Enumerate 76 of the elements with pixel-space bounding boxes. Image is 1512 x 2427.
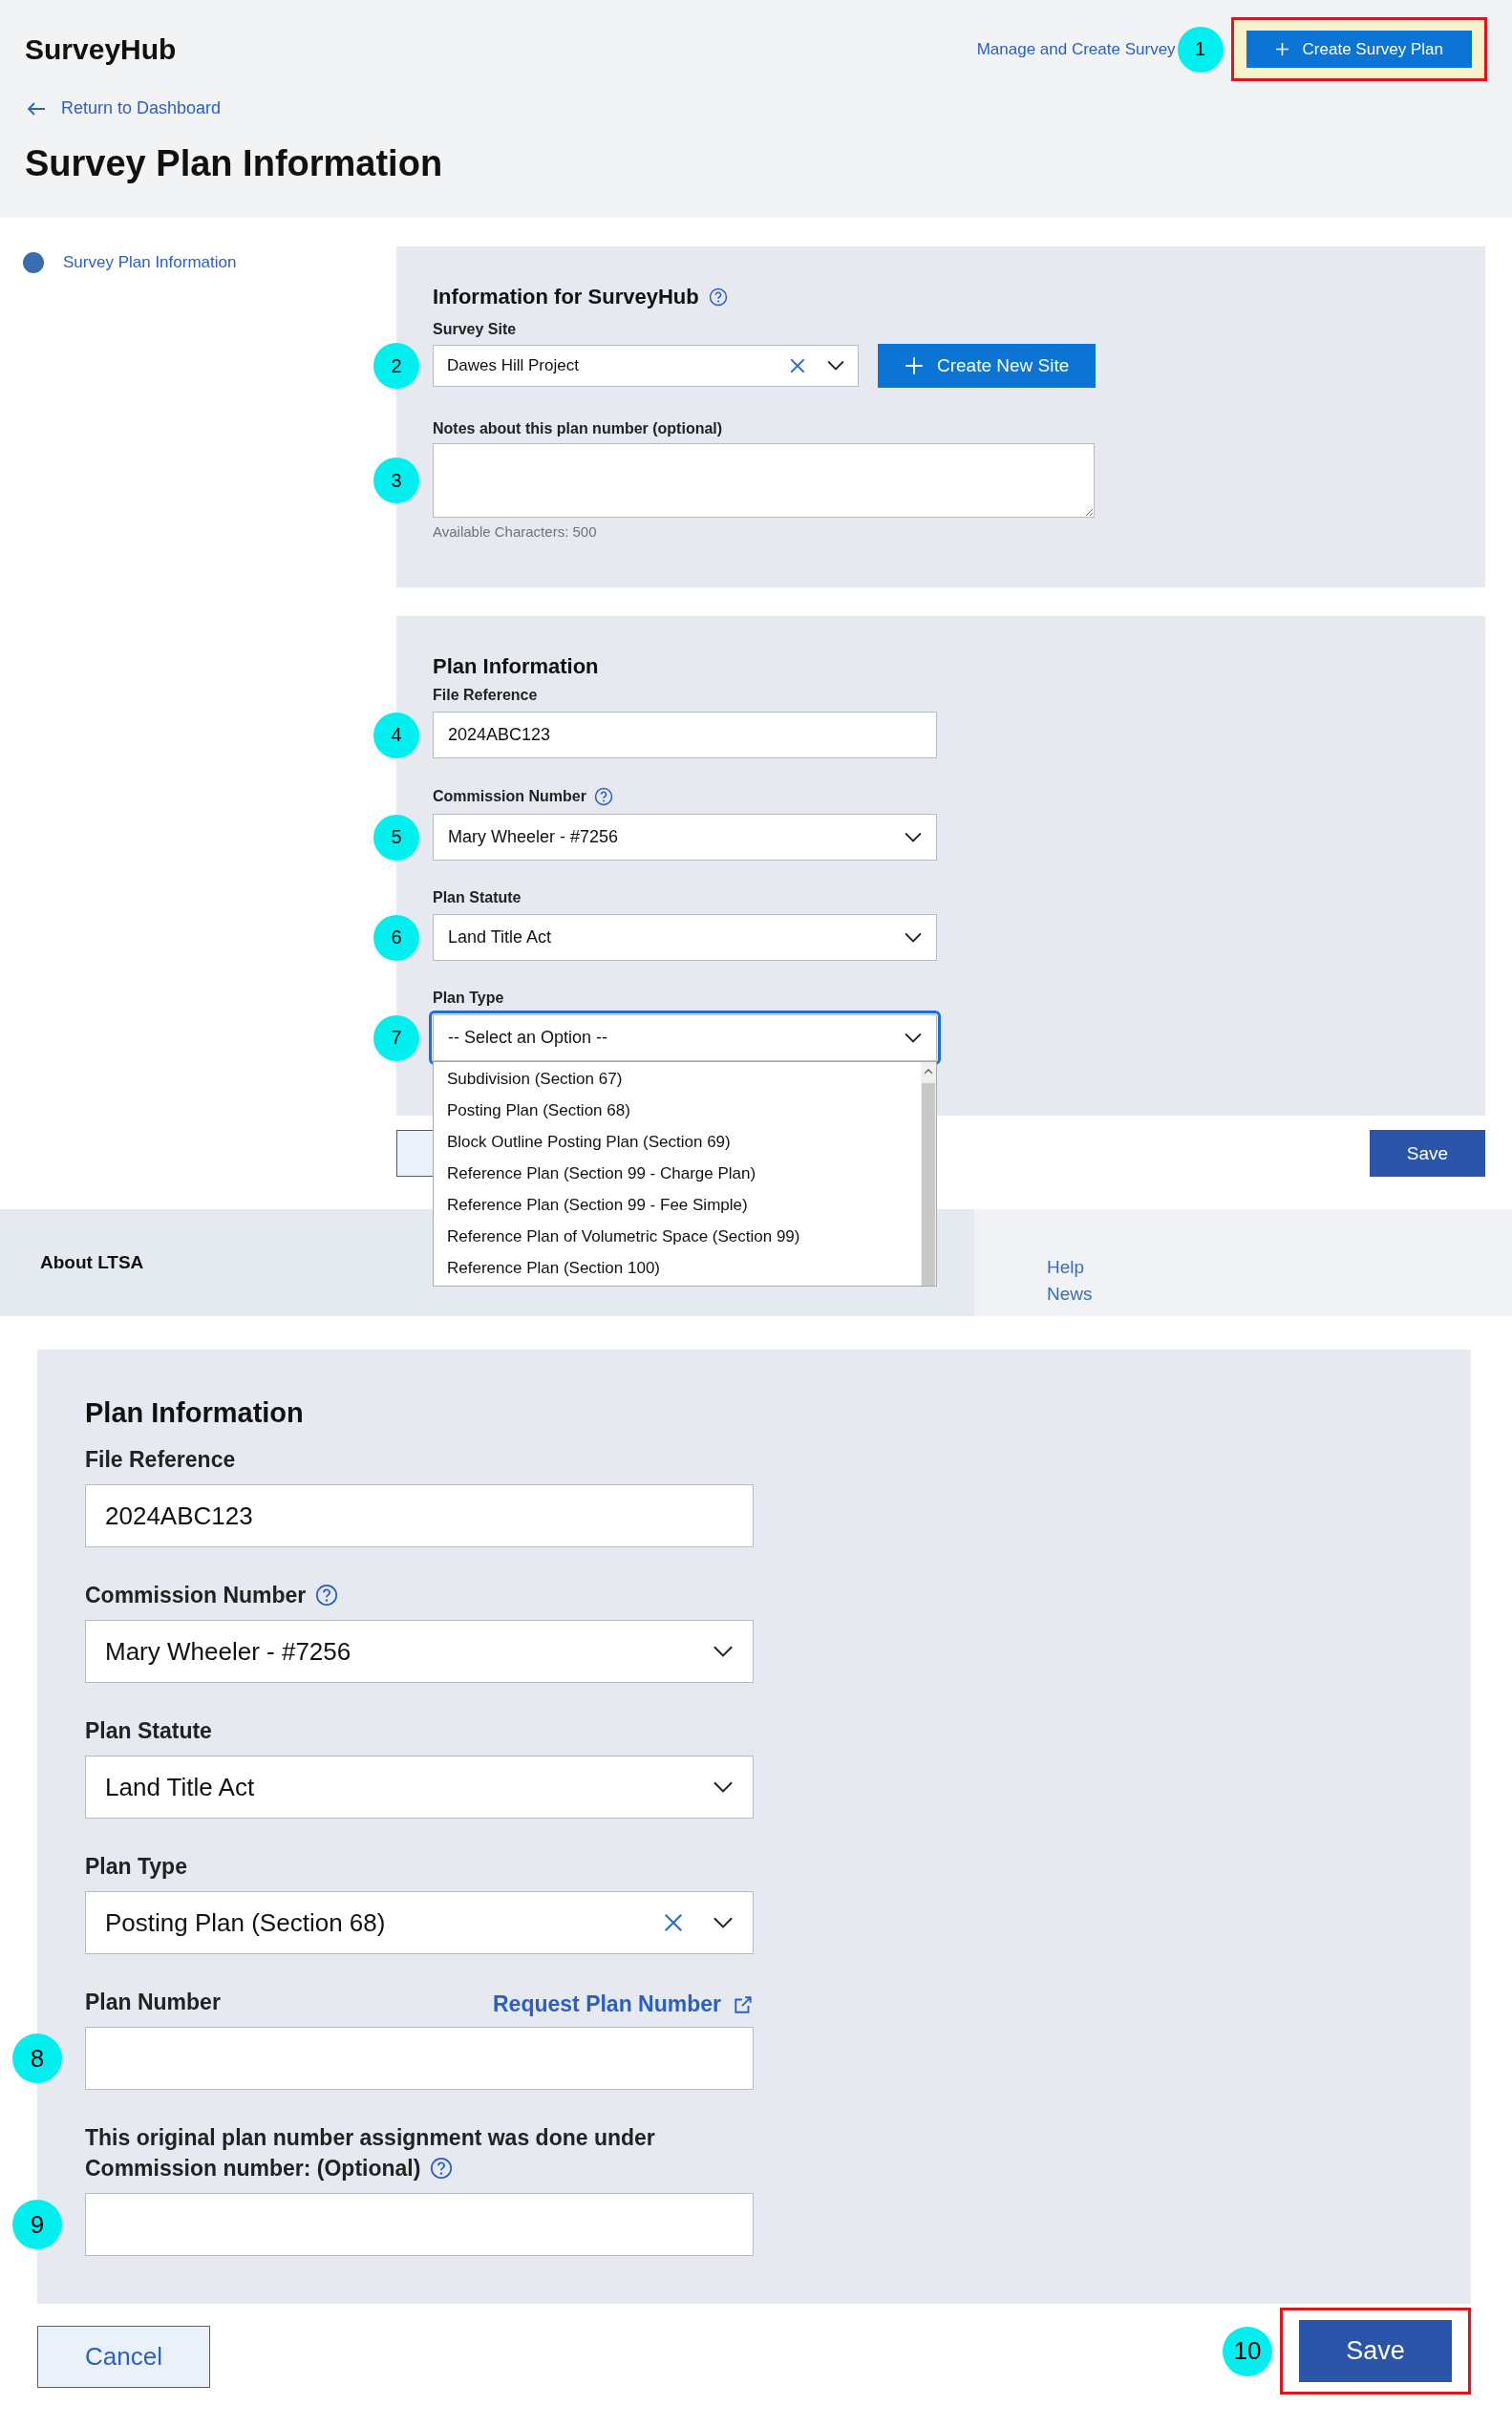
dropdown-option[interactable]: Posting Plan (Section 68) (434, 1096, 921, 1127)
step-marker: 6 (373, 914, 419, 961)
field-label: Plan Number (85, 1989, 221, 2016)
dropdown-option[interactable]: Reference Plan (Section 100) (434, 1253, 921, 1285)
dropdown-option[interactable]: Reference Plan (Section 99 - Fee Simple) (434, 1190, 921, 1222)
footer-link[interactable]: Help (1047, 1257, 1439, 1278)
step-marker: 9 (12, 2200, 62, 2249)
brand-name: SurveyHub (25, 32, 177, 66)
character-count: Available Characters: 500 (433, 523, 598, 540)
help-icon[interactable] (430, 2157, 454, 2180)
field-label: File Reference (433, 687, 538, 704)
select-field[interactable]: Land Title Act (433, 914, 937, 961)
dropdown-option[interactable]: Subdivision (Section 67) (434, 1064, 921, 1096)
help-icon[interactable] (593, 787, 613, 806)
text-field[interactable] (85, 2027, 754, 2090)
save-button[interactable]: Save (1370, 1130, 1485, 1177)
external-link-icon (733, 1993, 754, 2015)
section-title: Information for SurveyHub (433, 285, 699, 309)
help-icon[interactable] (315, 1584, 339, 1607)
select-field[interactable]: Mary Wheeler - #7256 (85, 1620, 754, 1683)
step-marker: 3 (373, 458, 419, 503)
request-link[interactable]: Request Plan Number (493, 1991, 754, 2017)
select-field[interactable]: Dawes Hill Project (433, 345, 859, 387)
chevron-down-icon (905, 1032, 922, 1044)
create-site-button[interactable]: Create New Site (878, 344, 1097, 388)
chevron-down-icon (713, 1645, 734, 1658)
plus-icon (1274, 42, 1289, 56)
save-button[interactable]: Save (1299, 2320, 1452, 2382)
step-marker: 4 (373, 712, 419, 758)
step-marker: 2 (373, 343, 419, 389)
scrollbar[interactable] (921, 1062, 936, 1286)
step-marker: 10 (1223, 2326, 1272, 2376)
chevron-down-icon (827, 360, 844, 372)
field-label: Commission Number (433, 788, 586, 805)
footer-heading: About LTSA (40, 1252, 144, 1272)
field-label: File Reference (85, 1446, 236, 1474)
page-title: Survey Plan Information (25, 143, 444, 184)
dropdown-option[interactable]: Reference Plan (Section 99 - Charge Plan) (434, 1159, 921, 1190)
help-icon[interactable] (708, 287, 728, 307)
cancel-button[interactable]: Cancel (37, 2326, 210, 2388)
step-marker: 7 (373, 1014, 419, 1061)
text-field[interactable] (85, 2193, 754, 2256)
select-field[interactable]: Mary Wheeler - #7256 (433, 814, 937, 861)
step-marker: 8 (12, 2033, 62, 2083)
text-field[interactable]: 2024ABC123 (85, 1484, 754, 1547)
field-label: Notes about this plan number (optional) (433, 420, 724, 437)
section-title: Plan Information (85, 1397, 305, 1429)
clear-icon[interactable] (789, 357, 806, 374)
select-field[interactable]: Posting Plan (Section 68) (85, 1891, 754, 1954)
step-marker: 1 (1177, 26, 1224, 73)
nav-link[interactable]: Manage and Create Survey (976, 39, 1176, 59)
field-label: Commission Number (85, 1580, 339, 1610)
step-dot (23, 252, 44, 273)
field-label: This original plan number assignment was done under Commission number: (Optional) (85, 2124, 656, 2182)
step-marker: 5 (373, 814, 419, 861)
field-label: Plan Statute (85, 1717, 212, 1745)
create-plan-button[interactable]: Create Survey Plan (1246, 31, 1472, 68)
text-field[interactable]: 2024ABC123 (433, 712, 937, 758)
plus-icon (905, 356, 924, 375)
arrow-left-icon (27, 100, 46, 117)
chevron-down-icon (905, 931, 922, 944)
back-link[interactable]: Return to Dashboard (27, 98, 1487, 118)
field-label: Plan Type (85, 1853, 187, 1881)
sidebar-item[interactable]: Survey Plan Information (23, 252, 396, 273)
field-label: Plan Statute (433, 889, 522, 906)
dropdown-option[interactable]: Reference Plan of Volumetric Space (Section 99) (434, 1222, 921, 1253)
clear-icon[interactable] (663, 1912, 684, 1933)
select-field[interactable]: Land Title Act (85, 1756, 754, 1819)
chevron-down-icon (713, 1916, 734, 1929)
field-label: Survey Site (433, 321, 518, 338)
chevron-down-icon (905, 831, 922, 843)
dropdown-option[interactable]: Block Outline Posting Plan (Section 69) (434, 1127, 921, 1159)
section-title: Plan Information (433, 654, 600, 679)
footer-link[interactable]: News (1047, 1284, 1439, 1305)
field-label: Plan Type (433, 990, 504, 1007)
chevron-down-icon (713, 1780, 734, 1794)
